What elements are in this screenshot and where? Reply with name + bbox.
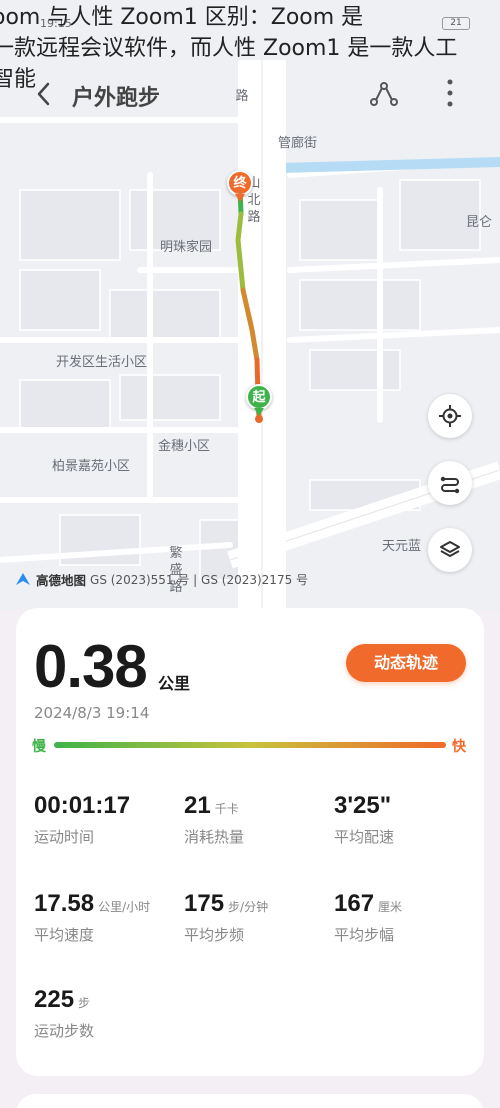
layers-button[interactable] bbox=[428, 528, 472, 572]
caption-line-3: 智能 bbox=[0, 67, 37, 92]
workout-summary-card: 0.38 公里 2024/8/3 19:14 动态轨迹 慢 快 00:01:17… bbox=[16, 608, 484, 1076]
stat-value: 17.58 bbox=[34, 890, 95, 917]
caption-line-1: oom 与人性 Zoom1 区别：Zoom 是 bbox=[0, 5, 364, 30]
stat-steps: 225 步 运动步数 bbox=[34, 986, 94, 1041]
stat-label: 运动时间 bbox=[34, 828, 95, 846]
map-label-baijing: 柏景嘉苑小区 bbox=[52, 459, 131, 474]
stat-label: 平均步频 bbox=[184, 926, 245, 944]
stat-calories: 21 千卡 消耗热量 bbox=[184, 792, 244, 847]
route-end-pin: 终 bbox=[227, 170, 253, 196]
amap-logo-icon bbox=[16, 572, 30, 585]
caption-line-2: 一款远程会议软件，而人性 Zoom1 是一款人工 bbox=[0, 36, 458, 61]
stat-value: 175 bbox=[184, 890, 225, 917]
next-card-peek bbox=[16, 1094, 484, 1108]
stat-avg-cadence: 175 步/分钟 平均步频 bbox=[184, 890, 268, 945]
map-label-guanlang-street: 管廊街 bbox=[278, 136, 318, 151]
stat-value: 00:01:17 bbox=[34, 792, 131, 819]
stat-label: 平均速度 bbox=[34, 926, 95, 944]
stat-unit: 步 bbox=[78, 996, 91, 1010]
map-label-mingzhu: 明珠家园 bbox=[160, 240, 213, 255]
stat-value: 167 bbox=[334, 890, 375, 917]
dynamic-track-button[interactable]: 动态轨迹 bbox=[346, 644, 466, 682]
stat-avg-pace: 3'25" 平均配速 bbox=[334, 792, 395, 847]
amap-logo-text: 高德地图 bbox=[36, 573, 87, 588]
stat-label: 运动步数 bbox=[34, 1022, 95, 1040]
stat-unit: 厘米 bbox=[378, 900, 403, 914]
locate-icon bbox=[439, 405, 461, 427]
stat-value: 225 bbox=[34, 986, 75, 1013]
stat-label: 消耗热量 bbox=[184, 828, 245, 846]
stat-unit: 步/分钟 bbox=[228, 900, 269, 914]
stat-value: 21 bbox=[184, 792, 211, 819]
map-label-tianyuan: 天元蓝 bbox=[382, 539, 422, 554]
stat-avg-speed: 17.58 公里/小时 平均速度 bbox=[34, 890, 150, 945]
route-switch-icon bbox=[440, 476, 460, 494]
locate-button[interactable] bbox=[428, 394, 472, 438]
stat-label: 平均步幅 bbox=[334, 926, 395, 944]
overlay-caption: oom 与人性 Zoom1 区别：Zoom 是 一款远程会议软件，而人性 Zoo… bbox=[0, 2, 500, 95]
map-label-jinsui: 金穗小区 bbox=[158, 439, 211, 454]
pace-slow-label: 慢 bbox=[32, 739, 46, 755]
stat-unit: 公里/小时 bbox=[98, 900, 151, 914]
workout-datetime: 2024/8/3 19:14 bbox=[34, 704, 150, 722]
distance-unit: 公里 bbox=[158, 674, 191, 693]
layers-icon bbox=[440, 541, 460, 557]
map-license: GS (2023)551 号 | GS (2023)2175 号 bbox=[90, 573, 309, 587]
map-label-kaifaqu: 开发区生活小区 bbox=[56, 355, 148, 370]
distance-value: 0.38 bbox=[34, 633, 148, 700]
route-toggle-button[interactable] bbox=[428, 461, 472, 505]
stat-avg-stride: 167 厘米 平均步幅 bbox=[334, 890, 402, 945]
pace-gradient-bar bbox=[54, 742, 446, 748]
route-start-pin: 起 bbox=[246, 384, 272, 410]
stat-label: 平均配速 bbox=[334, 828, 395, 846]
map-attribution: 高德地图 GS (2023)551 号 | GS (2023)2175 号 bbox=[14, 570, 308, 589]
stat-duration: 00:01:17 运动时间 bbox=[34, 792, 134, 847]
stat-unit: 千卡 bbox=[214, 802, 239, 816]
map-label-kunlun: 昆仑 bbox=[466, 215, 493, 230]
stat-value: 3'25" bbox=[334, 792, 392, 819]
pace-fast-label: 快 bbox=[452, 739, 466, 755]
